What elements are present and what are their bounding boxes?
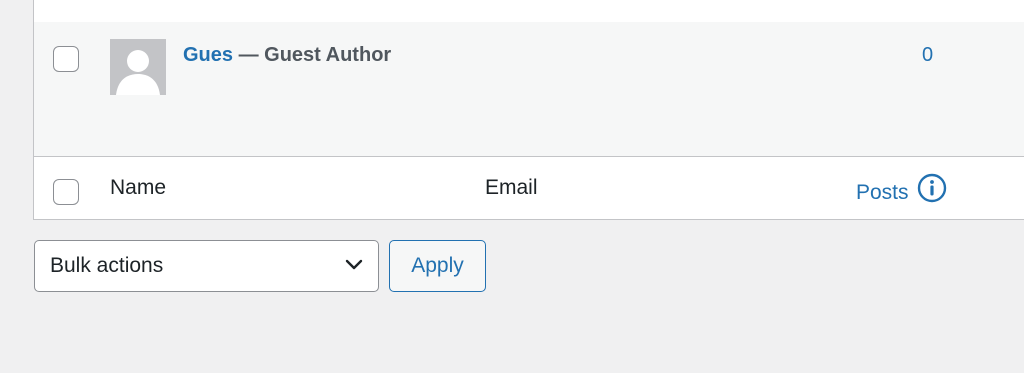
users-list-screen: Gues — Guest Author 0 Name Email Posts B…: [0, 0, 1024, 373]
info-icon[interactable]: [917, 173, 947, 212]
row-select-checkbox[interactable]: [53, 46, 79, 72]
column-header-name: Name: [110, 176, 167, 199]
bulk-actions-select[interactable]: Bulk actions: [34, 240, 379, 292]
default-avatar-icon: [110, 39, 166, 95]
previous-row-strip: [34, 0, 1024, 22]
select-all-checkbox[interactable]: [53, 179, 79, 205]
table-footer-row: Name Email Posts: [34, 157, 1024, 219]
chevron-down-icon: [344, 258, 364, 277]
user-name-cell: Gues — Guest Author: [183, 42, 391, 68]
column-header-email: Email: [485, 176, 538, 199]
users-table: Gues — Guest Author 0 Name Email Posts: [33, 0, 1024, 220]
display-name: Guest Author: [264, 44, 392, 66]
posts-count-link[interactable]: 0: [922, 42, 933, 68]
apply-button[interactable]: Apply: [389, 240, 486, 292]
posts-header-label: Posts: [856, 180, 909, 204]
table-row: Gues — Guest Author 0: [34, 22, 1024, 157]
column-header-posts[interactable]: Posts: [856, 173, 947, 212]
username-link[interactable]: Gues: [183, 44, 233, 66]
bulk-actions-selected-value: Bulk actions: [50, 254, 164, 277]
name-separator: —: [233, 44, 265, 66]
